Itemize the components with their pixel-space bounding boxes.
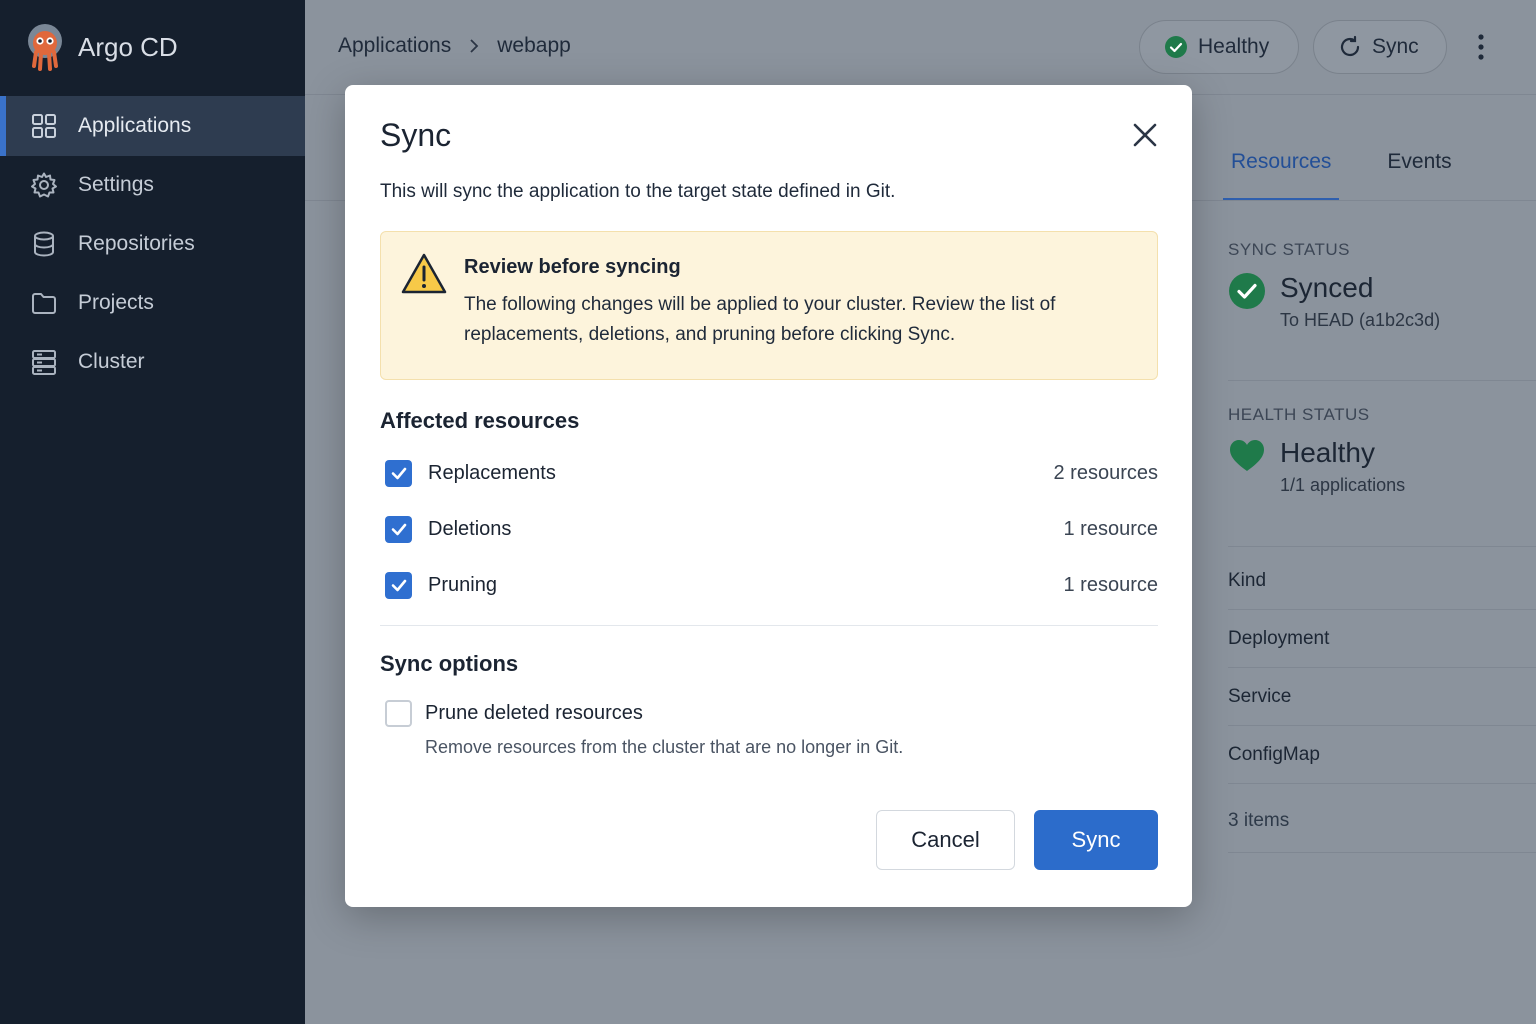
divider <box>380 625 1158 626</box>
breadcrumb-webapp: webapp <box>497 34 571 57</box>
folder-icon <box>32 293 56 314</box>
replacements-checkbox[interactable] <box>385 459 412 487</box>
sidebar-item-label: Applications <box>78 114 192 137</box>
close-icon[interactable] <box>1129 119 1161 151</box>
dialog-title: Sync <box>380 117 452 153</box>
warning-callout: Review before syncing The following chan… <box>380 231 1158 380</box>
sync-options-title: Sync options <box>380 651 519 676</box>
warning-title: Review before syncing <box>464 256 681 278</box>
divider <box>1228 380 1536 381</box>
check-circle-icon <box>1165 36 1187 58</box>
deletions-checkbox[interactable] <box>385 515 412 543</box>
brand-name: Argo CD <box>78 31 178 62</box>
check-circle-icon <box>1229 273 1265 309</box>
table-item-count: 3 items <box>1228 810 1290 831</box>
warning-triangle-icon <box>401 253 447 294</box>
affected-resources-title: Affected resources <box>380 408 580 433</box>
sidebar-item-label: Cluster <box>78 350 145 373</box>
sync-status-heading: SYNC STATUS <box>1228 240 1350 259</box>
deletions-count: 1 resource <box>1063 517 1159 540</box>
health-status-button[interactable]: Healthy <box>1139 20 1299 74</box>
cancel-button[interactable]: Cancel <box>876 810 1015 870</box>
health-status-heading: HEALTH STATUS <box>1228 405 1370 424</box>
sync-status-value: Synced <box>1280 272 1374 303</box>
sync-confirm-button[interactable]: Sync <box>1034 810 1158 870</box>
grid-icon <box>32 114 56 138</box>
sync-status-block: SYNC STATUS Synced To HEAD (a1b2c3d) <box>1228 240 1536 331</box>
heart-icon <box>1230 440 1264 471</box>
health-status-value: Healthy <box>1280 437 1375 468</box>
divider <box>1228 725 1536 726</box>
table-header-kind: Kind <box>1228 570 1267 591</box>
pruning-checkbox[interactable] <box>385 571 412 599</box>
pruning-label: Pruning <box>428 573 497 596</box>
sync-header-label: Sync <box>1372 35 1419 58</box>
table-row[interactable]: ConfigMap <box>1228 744 1320 766</box>
breadcrumb-applications[interactable]: Applications <box>338 34 451 58</box>
sync-status-revision: To HEAD (a1b2c3d) <box>1280 310 1441 330</box>
divider <box>1228 667 1536 668</box>
database-icon <box>34 231 54 257</box>
health-status-count: 1/1 applications <box>1280 475 1406 495</box>
sidebar: Argo CD Applications Settings Repositori… <box>0 0 305 1024</box>
replacements-label: Replacements <box>428 461 556 484</box>
table-row[interactable]: Deployment <box>1228 628 1329 650</box>
sidebar-item-projects[interactable]: Projects <box>0 273 305 333</box>
affected-row-deletions[interactable]: Deletions 1 resource <box>385 514 1158 544</box>
table-row[interactable]: Service <box>1228 686 1291 708</box>
sidebar-item-label: Settings <box>78 173 154 196</box>
topbar: Applications webapp Healthy Sync <box>305 0 1536 95</box>
prune-deleted-label: Prune deleted resources <box>425 701 643 724</box>
gear-icon <box>31 172 57 198</box>
refresh-icon <box>1340 35 1360 57</box>
pruning-count: 1 resource <box>1063 573 1159 596</box>
sync-dialog: Sync This will sync the application to t… <box>345 85 1192 907</box>
warning-text: The following changes will be applied to… <box>464 294 1056 345</box>
deletions-label: Deletions <box>428 517 512 540</box>
divider <box>1228 609 1536 610</box>
replacements-count: 2 resources <box>1053 461 1159 484</box>
dialog-description: This will sync the application to the ta… <box>380 181 896 202</box>
divider <box>1228 852 1536 853</box>
tab-resources[interactable]: Resources <box>1222 150 1340 202</box>
sidebar-item-repositories[interactable]: Repositories <box>0 214 305 274</box>
checkmark-icon <box>391 579 406 592</box>
health-status-block: HEALTH STATUS Healthy 1/1 applications <box>1228 405 1536 496</box>
more-vertical-icon[interactable] <box>1471 32 1491 62</box>
health-status-label: Healthy <box>1198 35 1270 58</box>
affected-row-pruning[interactable]: Pruning 1 resource <box>385 570 1158 600</box>
divider <box>1228 546 1536 547</box>
affected-row-replacements[interactable]: Replacements 2 resources <box>385 458 1158 488</box>
sidebar-item-label: Repositories <box>78 232 195 255</box>
sidebar-item-settings[interactable]: Settings <box>0 155 305 215</box>
argo-logo-icon <box>28 24 62 71</box>
prune-deleted-checkbox[interactable] <box>385 699 412 727</box>
tabs: Resources Events <box>1222 150 1502 202</box>
prune-deleted-description: Remove resources from the cluster that a… <box>425 737 904 757</box>
server-icon <box>32 350 56 375</box>
sidebar-item-cluster[interactable]: Cluster <box>0 332 305 392</box>
brand[interactable]: Argo CD <box>24 22 178 72</box>
divider <box>1228 783 1536 784</box>
breadcrumb: Applications webapp <box>338 34 571 58</box>
checkmark-icon <box>391 523 406 536</box>
sidebar-nav: Applications Settings Repositories Proje… <box>0 96 305 392</box>
option-row-prune[interactable]: Prune deleted resources <box>385 698 1158 728</box>
sync-header-button[interactable]: Sync <box>1313 20 1447 74</box>
sidebar-item-applications[interactable]: Applications <box>0 96 305 156</box>
sidebar-item-label: Projects <box>78 291 154 314</box>
chevron-right-icon <box>470 39 479 53</box>
checkmark-icon <box>391 467 406 480</box>
tab-events[interactable]: Events <box>1381 150 1457 202</box>
